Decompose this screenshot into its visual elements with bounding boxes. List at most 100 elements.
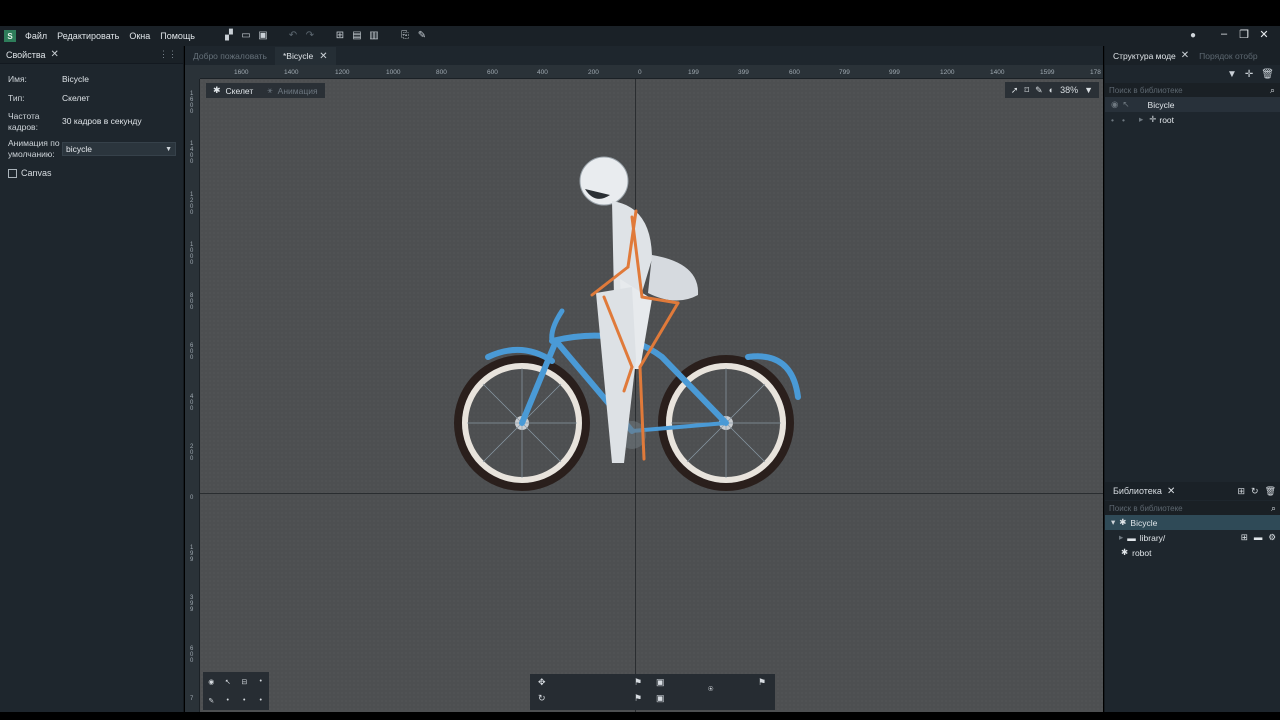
close-icon[interactable]: ✕ [1254, 28, 1274, 41]
fps-value[interactable]: 30 кадров в секунду [62, 111, 142, 133]
add-image-icon[interactable]: ⊞ [1241, 532, 1248, 543]
bone-icon[interactable]: ↖ [1122, 99, 1129, 110]
add-library-icon[interactable]: ⊞ [1237, 486, 1245, 497]
tab-skeleton[interactable]: ✱ Скелет [206, 83, 260, 98]
h-tick: 1600 [234, 69, 249, 76]
menu-file[interactable]: Файл [20, 31, 52, 41]
add-icon[interactable]: ✛ [1245, 69, 1253, 80]
close-structure-icon[interactable]: ✕ [1181, 50, 1189, 61]
undo-icon[interactable]: ↶ [286, 29, 300, 43]
close-properties-icon[interactable]: ✕ [51, 49, 59, 60]
tree-icon[interactable]: ⊟ [241, 678, 247, 686]
import-folder-icon[interactable]: ▤ [350, 29, 364, 43]
redo-icon[interactable]: ↷ [303, 29, 317, 43]
paint-icon[interactable]: ✎ [1035, 85, 1043, 96]
tab-structure-label: Структура моде [1113, 50, 1176, 61]
canvas-checkbox-row[interactable]: Canvas [0, 168, 183, 178]
minimize-icon[interactable]: – [1214, 28, 1234, 41]
dot-icon[interactable]: • [243, 697, 245, 704]
library-item-robot-label: robot [1132, 547, 1152, 558]
flag-icon[interactable]: ⚑ [634, 693, 642, 704]
bone-icon[interactable]: ↖ [225, 678, 231, 686]
h-tick: 178 [1090, 69, 1101, 76]
close-library-icon[interactable]: ✕ [1167, 486, 1175, 497]
vertical-ruler[interactable]: 1600 1400 1200 1000 800 600 400 200 0 19… [185, 79, 200, 712]
viewport-canvas[interactable]: ✱ Скелет ⚹ Анимация ➚ ⌑ ✎ ◐ 38% ▼ ◉ ↖ ⊟ … [200, 79, 1103, 712]
tree-item-bicycle[interactable]: ◉ ↖ Bicycle [1105, 97, 1280, 112]
export-folder-icon[interactable]: ▥ [367, 29, 381, 43]
open-folder-icon[interactable]: ▭ [239, 29, 253, 43]
zoom-level[interactable]: 38% [1060, 85, 1078, 95]
rotate-icon[interactable]: ↻ [538, 693, 546, 704]
menu-edit[interactable]: Редактировать [52, 31, 124, 41]
tab-draw-order[interactable]: Порядок отобр [1189, 51, 1258, 61]
menu-windows[interactable]: Окна [124, 31, 155, 41]
maximize-icon[interactable]: ❐ [1234, 28, 1254, 41]
move-icon[interactable]: ✥ [538, 677, 546, 688]
dot-icon[interactable]: • [260, 678, 262, 685]
structure-search-input[interactable]: Поиск в библиотеке [1109, 86, 1183, 95]
folder-icon[interactable]: ▬ [1254, 532, 1263, 543]
select-arrow-icon[interactable]: ➚ [1011, 85, 1019, 96]
trash-icon[interactable]: 🗑 [1261, 69, 1274, 80]
v-tick: 7 [190, 696, 194, 702]
refresh-icon[interactable]: ↻ [1251, 486, 1259, 497]
import-image-icon[interactable]: ⊞ [333, 29, 347, 43]
v-tick: 399 [190, 595, 194, 613]
chevron-down-icon[interactable]: ▾ [1111, 517, 1115, 528]
search-icon[interactable]: ⌕ [1271, 503, 1276, 514]
skeleton-icon: ✱ [1121, 547, 1129, 557]
dot-icon: • [1121, 114, 1125, 125]
export-icon[interactable]: ⎘ [398, 29, 412, 43]
keyframe-icon[interactable]: ▣ [656, 677, 665, 688]
visibility-icon[interactable]: ◉ [1111, 99, 1118, 110]
library-item-robot[interactable]: ✱ robot [1105, 545, 1280, 560]
edit-icon[interactable]: ✎ [415, 29, 429, 43]
flag-icon[interactable]: ⚑ [634, 677, 642, 688]
canvas-checkbox[interactable] [8, 168, 17, 178]
tab-animation[interactable]: ⚹ Анимация [260, 83, 324, 98]
library-item-folder[interactable]: ▸ ▬ library/ ⊞ ▬ ⚙ [1105, 530, 1280, 545]
trash-icon[interactable]: 🗑 [1265, 486, 1276, 497]
tree-item-root[interactable]: • • ▸ ✛ root [1105, 112, 1280, 127]
structure-search[interactable]: Поиск в библиотеке ⌕ [1105, 83, 1280, 97]
onion-skin-icon[interactable]: ◐ [1049, 85, 1054, 95]
chevron-down-icon: ▼ [165, 145, 172, 153]
lock-icon[interactable]: ⍟ [708, 684, 713, 695]
close-tab-icon[interactable]: ✕ [319, 51, 327, 62]
dot-icon[interactable]: • [260, 697, 262, 704]
settings-icon[interactable]: ⚙ [1268, 532, 1276, 543]
name-value[interactable]: Bicycle [62, 74, 89, 85]
expand-icon[interactable]: ▸ [1119, 532, 1123, 543]
menu-help[interactable]: Помощь [155, 31, 200, 41]
library-search-input[interactable]: Поиск в библиотеке [1109, 504, 1183, 513]
v-tick: 800 [190, 293, 194, 311]
save-icon[interactable]: ▣ [256, 29, 270, 43]
default-animation-select[interactable]: bicycle ▼ [62, 142, 176, 156]
panel-options-icon[interactable]: ⋮⋮ [159, 49, 177, 60]
eye-icon[interactable]: ◉ [208, 678, 214, 686]
filter-icon[interactable]: ▼ [1227, 69, 1237, 80]
flag-icon[interactable]: ⚑ [758, 677, 766, 688]
dot-icon[interactable]: • [227, 697, 229, 704]
v-tick: 0 [190, 495, 194, 501]
v-tick: 1400 [190, 141, 194, 165]
tree-item-root-label: root [1159, 114, 1175, 125]
horizontal-ruler[interactable]: 1600 1400 1200 1000 800 600 400 200 0 19… [200, 65, 1103, 79]
tab-welcome[interactable]: Добро пожаловать [185, 47, 275, 65]
library-item-bicycle[interactable]: ▾ ✱ Bicycle [1105, 515, 1280, 530]
library-search[interactable]: Поиск в библиотеке ⌕ [1105, 501, 1280, 515]
tab-bicycle[interactable]: *Bicycle ✕ [274, 47, 336, 65]
pen-icon[interactable]: ✎ [208, 697, 214, 705]
keyframe-icon[interactable]: ▣ [656, 693, 665, 704]
expand-icon[interactable]: ▸ [1139, 114, 1143, 125]
bicycle-rider-artwork[interactable] [200, 79, 1103, 712]
bone-select-icon[interactable]: ⌑ [1024, 85, 1029, 96]
tab-structure[interactable]: Структура моде ✕ [1105, 50, 1189, 61]
new-file-icon[interactable]: ▞ [222, 29, 236, 43]
user-icon[interactable]: ● [1190, 30, 1196, 41]
chevron-down-icon[interactable]: ▼ [1084, 85, 1093, 95]
search-icon[interactable]: ⌕ [1270, 85, 1275, 96]
h-tick: 200 [588, 69, 599, 76]
fps-label: Частота кадров: [8, 111, 40, 132]
